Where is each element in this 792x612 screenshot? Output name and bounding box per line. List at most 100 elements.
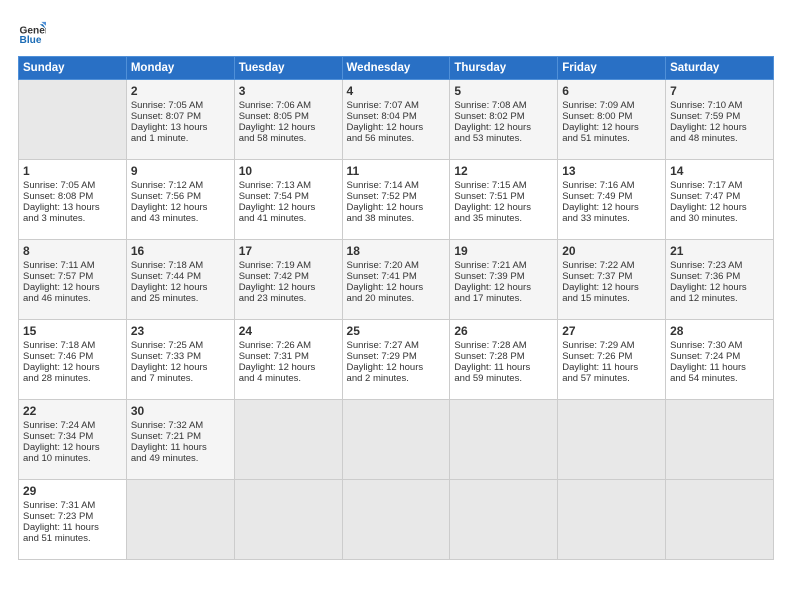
- calendar-row-1: 1Sunrise: 7:05 AMSunset: 8:08 PMDaylight…: [19, 160, 774, 240]
- day-info-line: Sunrise: 7:23 AM: [670, 260, 769, 271]
- calendar-cell: [558, 480, 666, 560]
- day-info-line: and 41 minutes.: [239, 213, 338, 224]
- day-info-line: and 49 minutes.: [131, 453, 230, 464]
- day-number: 2: [131, 84, 230, 98]
- day-info-line: Sunset: 7:49 PM: [562, 191, 661, 202]
- calendar-cell: 23Sunrise: 7:25 AMSunset: 7:33 PMDayligh…: [126, 320, 234, 400]
- day-info-line: Sunset: 8:08 PM: [23, 191, 122, 202]
- calendar-cell: 3Sunrise: 7:06 AMSunset: 8:05 PMDaylight…: [234, 80, 342, 160]
- day-number: 8: [23, 244, 122, 258]
- calendar-cell: [126, 480, 234, 560]
- day-info-line: Sunrise: 7:11 AM: [23, 260, 122, 271]
- calendar-cell: [450, 480, 558, 560]
- day-info-line: Daylight: 11 hours: [131, 442, 230, 453]
- day-info-line: Daylight: 12 hours: [131, 202, 230, 213]
- day-info-line: Sunset: 7:39 PM: [454, 271, 553, 282]
- day-info-line: Sunset: 7:47 PM: [670, 191, 769, 202]
- day-info-line: Sunset: 7:21 PM: [131, 431, 230, 442]
- day-info-line: Sunset: 7:37 PM: [562, 271, 661, 282]
- day-info-line: Sunset: 7:54 PM: [239, 191, 338, 202]
- day-info-line: and 51 minutes.: [23, 533, 122, 544]
- calendar-cell: 2Sunrise: 7:05 AMSunset: 8:07 PMDaylight…: [126, 80, 234, 160]
- day-info-line: Sunrise: 7:27 AM: [347, 340, 446, 351]
- day-info-line: and 20 minutes.: [347, 293, 446, 304]
- day-info-line: Daylight: 12 hours: [239, 282, 338, 293]
- day-info-line: Daylight: 12 hours: [239, 122, 338, 133]
- day-info-line: and 57 minutes.: [562, 373, 661, 384]
- day-info-line: Sunset: 8:00 PM: [562, 111, 661, 122]
- day-number: 6: [562, 84, 661, 98]
- day-info-line: Sunrise: 7:09 AM: [562, 100, 661, 111]
- calendar-cell: 25Sunrise: 7:27 AMSunset: 7:29 PMDayligh…: [342, 320, 450, 400]
- calendar-cell: 24Sunrise: 7:26 AMSunset: 7:31 PMDayligh…: [234, 320, 342, 400]
- col-header-sunday: Sunday: [19, 57, 127, 80]
- day-info-line: Daylight: 12 hours: [562, 202, 661, 213]
- calendar-cell: 6 Sunrise: 7:09 AMSunset: 8:00 PMDaylight…: [558, 80, 666, 160]
- calendar-cell: 9Sunrise: 7:12 AMSunset: 7:56 PMDaylight…: [126, 160, 234, 240]
- day-number: 22: [23, 404, 122, 418]
- day-info-line: Daylight: 12 hours: [454, 202, 553, 213]
- calendar-cell: 26Sunrise: 7:28 AMSunset: 7:28 PMDayligh…: [450, 320, 558, 400]
- day-number: 20: [562, 244, 661, 258]
- day-info-line: Daylight: 12 hours: [562, 282, 661, 293]
- calendar-cell: [234, 480, 342, 560]
- day-info-line: and 25 minutes.: [131, 293, 230, 304]
- day-info-line: Sunrise: 7:29 AM: [562, 340, 661, 351]
- day-info-line: Sunrise: 7:24 AM: [23, 420, 122, 431]
- day-info-line: Sunrise: 7:28 AM: [454, 340, 553, 351]
- day-info-line: and 17 minutes.: [454, 293, 553, 304]
- day-info-line: and 59 minutes.: [454, 373, 553, 384]
- day-info-line: Sunrise: 7:16 AM: [562, 180, 661, 191]
- day-info-line: Sunset: 7:31 PM: [239, 351, 338, 362]
- col-header-monday: Monday: [126, 57, 234, 80]
- day-info-line: Sunrise: 7:05 AM: [131, 100, 230, 111]
- day-number: 7: [670, 84, 769, 98]
- day-info-line: Sunrise: 7:32 AM: [131, 420, 230, 431]
- calendar-cell: 20Sunrise: 7:22 AMSunset: 7:37 PMDayligh…: [558, 240, 666, 320]
- day-number: 19: [454, 244, 553, 258]
- day-info-line: Daylight: 12 hours: [347, 282, 446, 293]
- calendar-row-4: 22Sunrise: 7:24 AMSunset: 7:34 PMDayligh…: [19, 400, 774, 480]
- day-info-line: Daylight: 12 hours: [454, 282, 553, 293]
- logo-icon: General Blue: [18, 18, 46, 46]
- day-info-line: Sunset: 7:46 PM: [23, 351, 122, 362]
- calendar-cell: [450, 400, 558, 480]
- day-number: 12: [454, 164, 553, 178]
- day-info-line: Daylight: 12 hours: [562, 122, 661, 133]
- day-info-line: Sunset: 8:02 PM: [454, 111, 553, 122]
- calendar-cell: [19, 80, 127, 160]
- day-info-line: and 56 minutes.: [347, 133, 446, 144]
- day-number: 5: [454, 84, 553, 98]
- day-info-line: Daylight: 11 hours: [23, 522, 122, 533]
- day-info-line: Sunrise: 7:20 AM: [347, 260, 446, 271]
- day-number: 13: [562, 164, 661, 178]
- col-header-friday: Friday: [558, 57, 666, 80]
- day-info-line: and 1 minute.: [131, 133, 230, 144]
- day-info-line: and 15 minutes.: [562, 293, 661, 304]
- day-info-line: and 43 minutes.: [131, 213, 230, 224]
- day-number: 23: [131, 324, 230, 338]
- day-number: 26: [454, 324, 553, 338]
- day-info-line: Sunset: 7:52 PM: [347, 191, 446, 202]
- calendar-cell: 5Sunrise: 7:08 AMSunset: 8:02 PMDaylight…: [450, 80, 558, 160]
- day-info-line: Sunset: 7:34 PM: [23, 431, 122, 442]
- calendar-row-5: 29Sunrise: 7:31 AMSunset: 7:23 PMDayligh…: [19, 480, 774, 560]
- calendar-cell: [234, 400, 342, 480]
- day-info-line: Sunrise: 7:25 AM: [131, 340, 230, 351]
- header: General Blue: [18, 18, 774, 46]
- day-info-line: Sunset: 8:04 PM: [347, 111, 446, 122]
- day-info-line: Daylight: 12 hours: [23, 442, 122, 453]
- day-number: 16: [131, 244, 230, 258]
- day-info-line: Daylight: 12 hours: [454, 122, 553, 133]
- calendar-cell: 28Sunrise: 7:30 AMSunset: 7:24 PMDayligh…: [666, 320, 774, 400]
- day-info-line: Sunset: 7:23 PM: [23, 511, 122, 522]
- day-info-line: Sunset: 7:24 PM: [670, 351, 769, 362]
- day-info-line: Daylight: 12 hours: [131, 282, 230, 293]
- day-info-line: Sunrise: 7:18 AM: [23, 340, 122, 351]
- calendar-cell: [342, 480, 450, 560]
- day-info-line: Daylight: 13 hours: [131, 122, 230, 133]
- calendar-cell: 15Sunrise: 7:18 AMSunset: 7:46 PMDayligh…: [19, 320, 127, 400]
- day-info-line: Sunrise: 7:30 AM: [670, 340, 769, 351]
- day-info-line: Daylight: 11 hours: [670, 362, 769, 373]
- day-info-line: Daylight: 12 hours: [670, 202, 769, 213]
